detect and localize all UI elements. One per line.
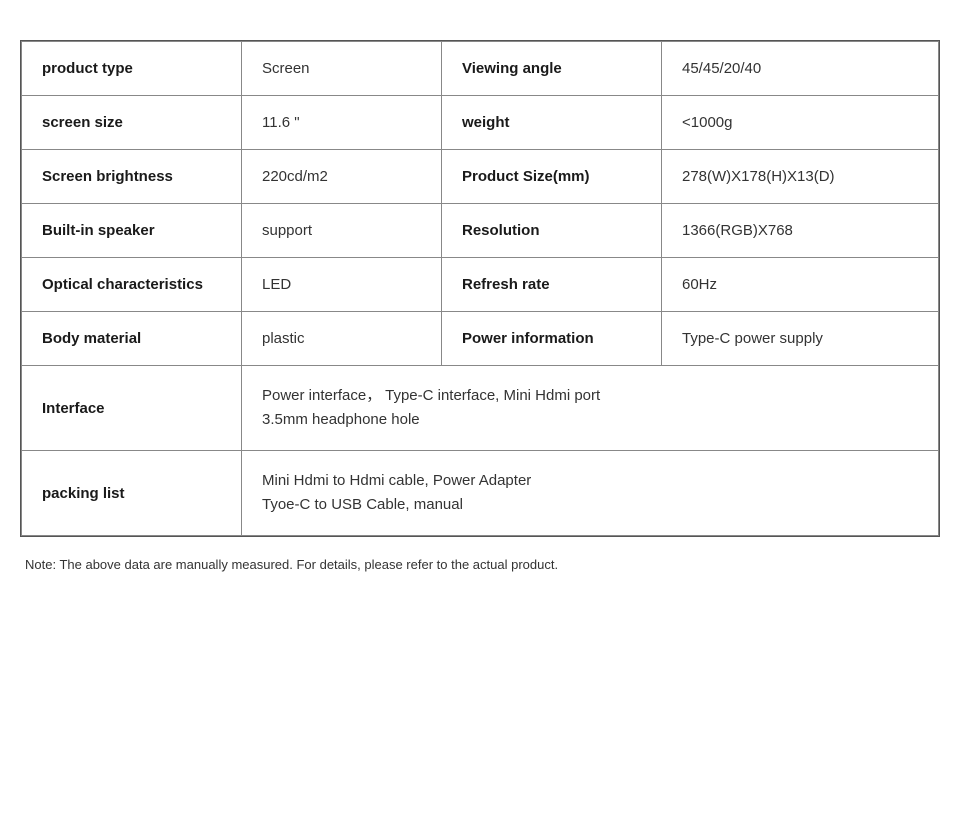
packing-value: Mini Hdmi to Hdmi cable, Power Adapter T…: [242, 451, 939, 536]
right-value-0: 45/45/20/40: [662, 42, 939, 96]
left-value-3: support: [242, 204, 442, 258]
right-value-5: Type-C power supply: [662, 312, 939, 366]
table-row: screen size11.6 "weight<1000g: [22, 96, 939, 150]
specs-table: product typeScreenViewing angle45/45/20/…: [21, 41, 939, 536]
left-label-2: Screen brightness: [22, 150, 242, 204]
right-label-5: Power information: [442, 312, 662, 366]
left-label-3: Built-in speaker: [22, 204, 242, 258]
right-value-4: 60Hz: [662, 258, 939, 312]
right-label-3: Resolution: [442, 204, 662, 258]
table-row: Optical characteristicsLEDRefresh rate60…: [22, 258, 939, 312]
packing-label: packing list: [22, 451, 242, 536]
note-text: Note: The above data are manually measur…: [20, 557, 940, 572]
right-value-2: 278(W)X178(H)X13(D): [662, 150, 939, 204]
table-row: Screen brightness220cd/m2Product Size(mm…: [22, 150, 939, 204]
left-value-5: plastic: [242, 312, 442, 366]
left-value-2: 220cd/m2: [242, 150, 442, 204]
right-value-1: <1000g: [662, 96, 939, 150]
left-label-4: Optical characteristics: [22, 258, 242, 312]
table-row: Built-in speakersupportResolution1366(RG…: [22, 204, 939, 258]
interface-label: Interface: [22, 366, 242, 451]
table-row: Body materialplasticPower informationTyp…: [22, 312, 939, 366]
right-label-2: Product Size(mm): [442, 150, 662, 204]
right-label-1: weight: [442, 96, 662, 150]
right-label-4: Refresh rate: [442, 258, 662, 312]
interface-row: Interface Power interface， Type-C interf…: [22, 366, 939, 451]
left-value-1: 11.6 ": [242, 96, 442, 150]
left-label-5: Body material: [22, 312, 242, 366]
left-value-4: LED: [242, 258, 442, 312]
interface-value: Power interface， Type-C interface, Mini …: [242, 366, 939, 451]
table-row: product typeScreenViewing angle45/45/20/…: [22, 42, 939, 96]
right-value-3: 1366(RGB)X768: [662, 204, 939, 258]
left-value-0: Screen: [242, 42, 442, 96]
left-label-1: screen size: [22, 96, 242, 150]
left-label-0: product type: [22, 42, 242, 96]
right-label-0: Viewing angle: [442, 42, 662, 96]
packing-row: packing list Mini Hdmi to Hdmi cable, Po…: [22, 451, 939, 536]
specs-table-wrapper: product typeScreenViewing angle45/45/20/…: [20, 40, 940, 537]
